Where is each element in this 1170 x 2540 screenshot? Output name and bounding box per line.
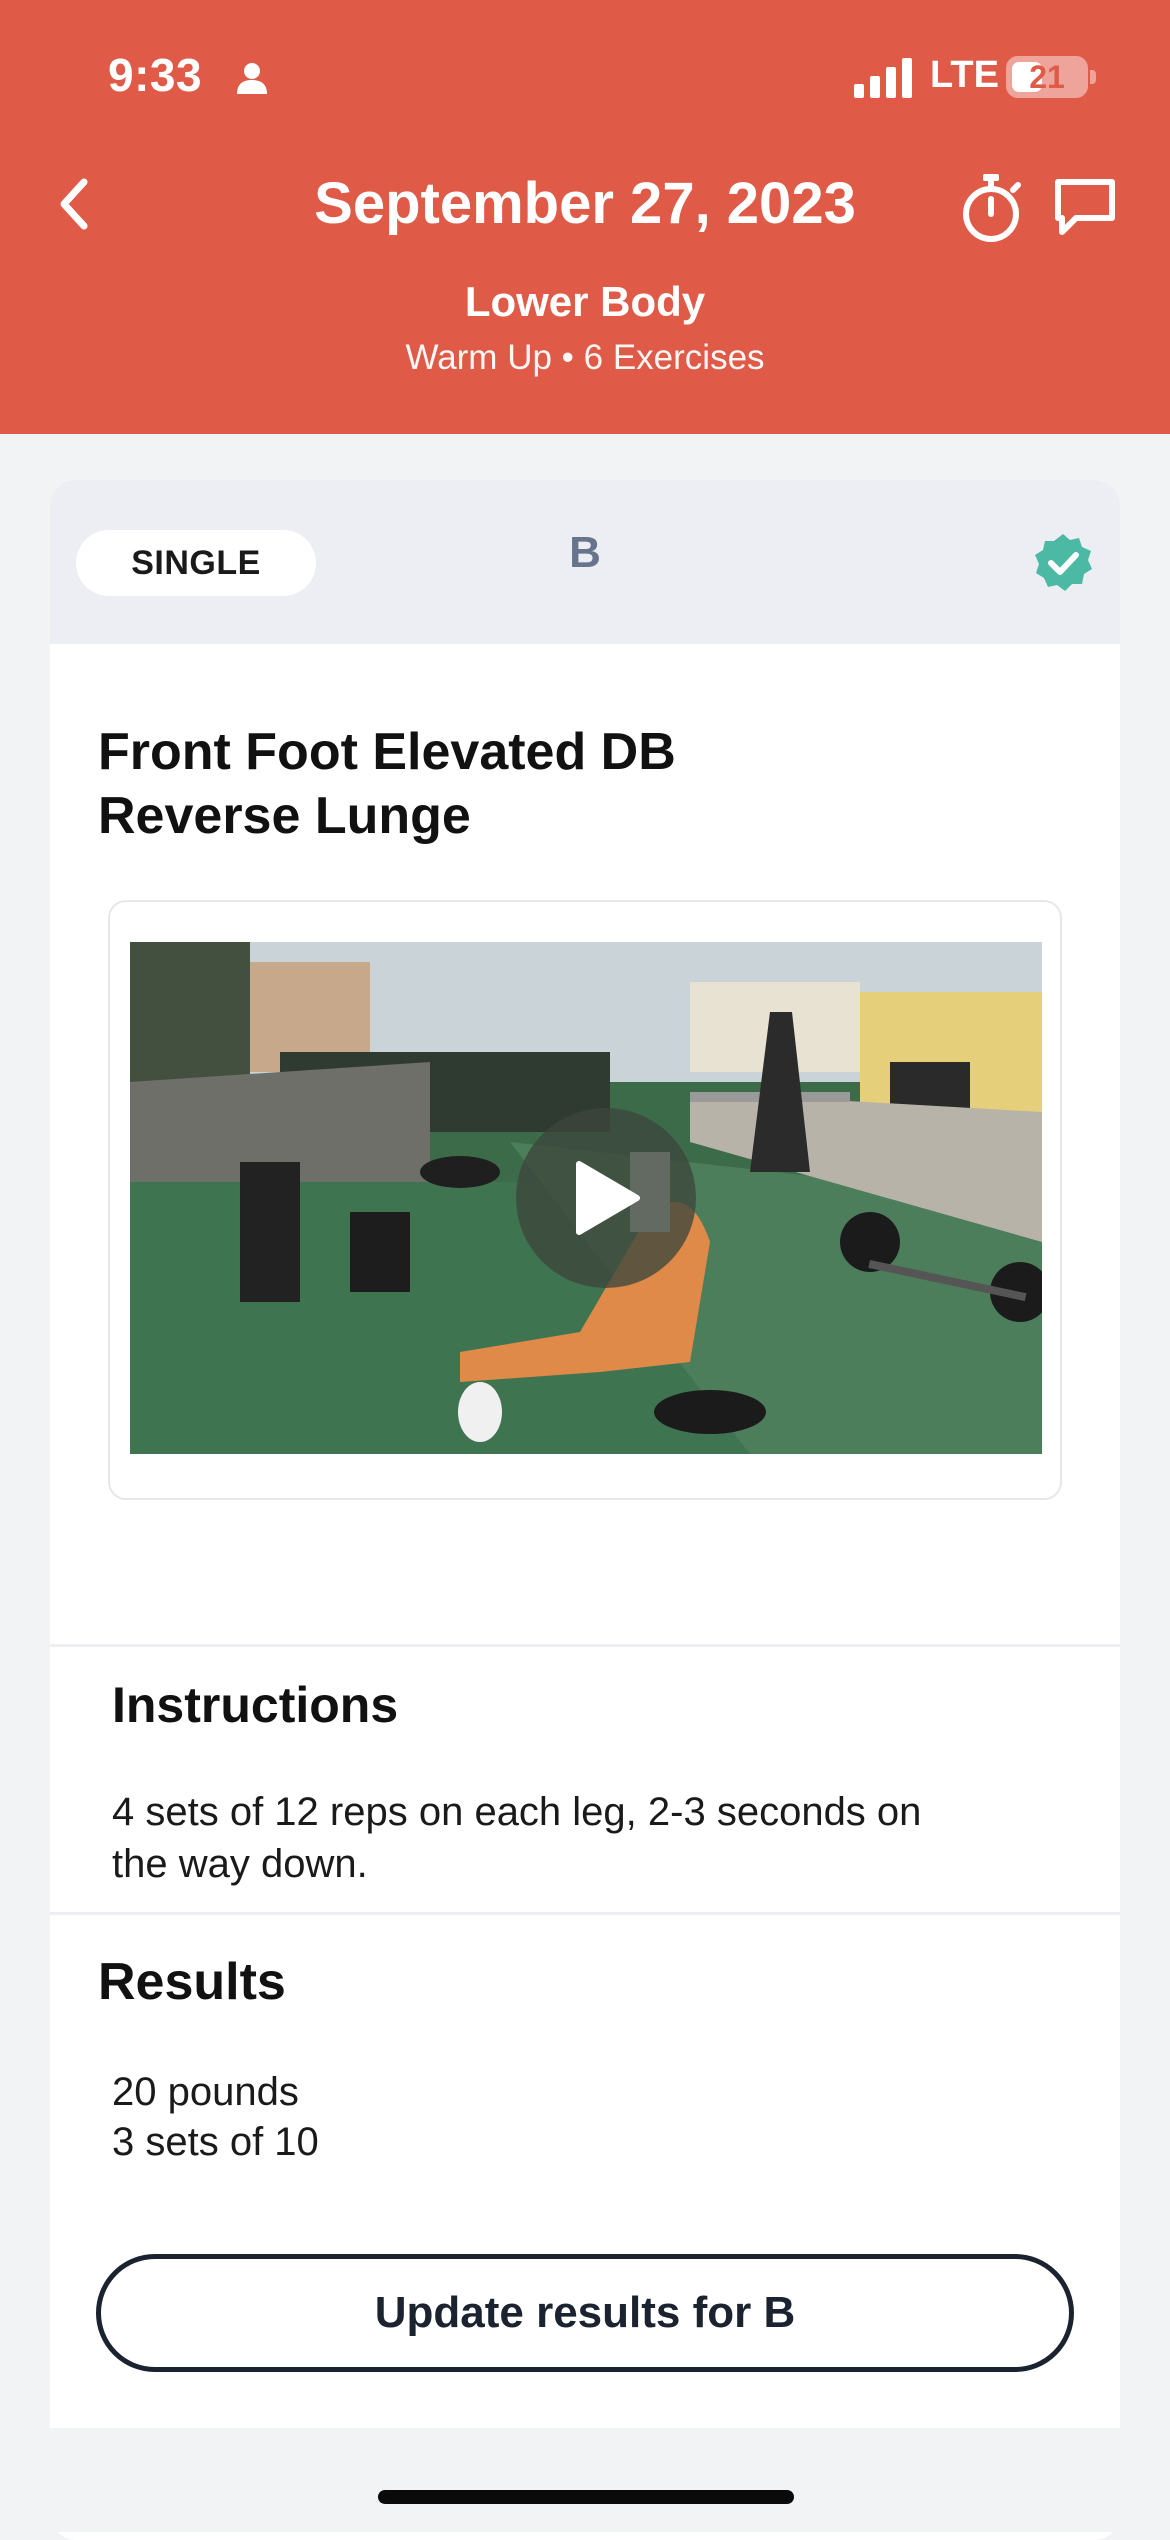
exercise-card-header: SINGLE B [50, 480, 1120, 644]
status-time: 9:33 [108, 49, 203, 101]
signal-bars-icon [854, 58, 912, 98]
home-indicator[interactable] [378, 2490, 794, 2504]
stopwatch-icon[interactable] [958, 172, 1024, 244]
instructions-heading: Instructions [112, 1677, 399, 1733]
person-icon [237, 63, 267, 94]
result-sets: 3 sets of 10 [112, 2120, 319, 2164]
instructions-line: 4 sets of 12 reps on each leg, 2-3 secon… [112, 1790, 922, 1834]
exercise-title-line1: Front Foot Elevated DB [98, 723, 676, 781]
workout-name: Lower Body [464, 278, 706, 325]
workout-meta: Warm Up • 6 Exercises [405, 338, 765, 377]
update-results-button[interactable]: Update results for B [96, 2254, 1074, 2372]
play-button[interactable] [516, 1108, 696, 1288]
exercise-card: SINGLE B Front Foot Elevated DB Reverse … [50, 480, 1120, 2540]
battery-icon: 21 [1006, 56, 1088, 98]
verified-check-icon [1035, 534, 1092, 591]
video-thumbnail[interactable] [130, 942, 1042, 1454]
chat-bubble-icon[interactable] [1052, 174, 1118, 240]
exercise-letter: B [569, 528, 601, 577]
app-header: 9:33 LTE 21 September 27, 2023 Lower Bod… [0, 0, 1170, 434]
exercise-video[interactable] [108, 900, 1062, 1500]
battery-level: 21 [1029, 59, 1065, 95]
instructions-text: 4 sets of 12 reps on each leg, 2-3 secon… [112, 1786, 1052, 1890]
instructions-line: the way down. [112, 1842, 368, 1886]
section-divider [50, 1644, 1120, 1647]
play-icon [576, 1161, 640, 1235]
status-bar: 9:33 LTE 21 [0, 0, 1170, 150]
exercise-title: Front Foot Elevated DB Reverse Lunge [98, 720, 818, 848]
results-heading: Results [98, 1953, 286, 2011]
network-type: LTE [930, 54, 999, 96]
battery-cap [1090, 70, 1096, 84]
exercise-title-line2: Reverse Lunge [98, 787, 471, 845]
bottom-safe-area [0, 2428, 1170, 2532]
result-weight: 20 pounds [112, 2070, 299, 2114]
section-divider [50, 1912, 1120, 1915]
